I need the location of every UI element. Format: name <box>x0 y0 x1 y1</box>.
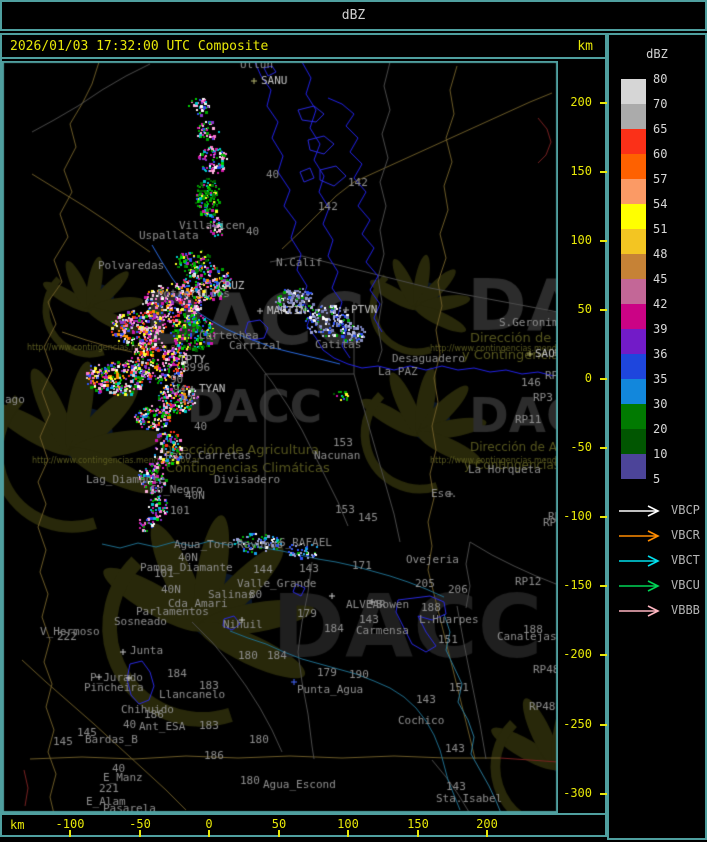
y-tick-label: 0 <box>584 371 592 385</box>
scale-swatch <box>621 104 646 129</box>
y-tick-mark <box>600 793 607 795</box>
y-axis: 200 150 100 50 0 -50 -100 -150 -200 -250 -300 <box>558 61 607 813</box>
map-header: 2026/01/03 17:32:00 UTC Composite km <box>2 35 605 59</box>
scale-swatch <box>621 279 646 304</box>
scale-swatch <box>621 129 646 154</box>
scale-label: 80 <box>653 72 668 86</box>
scale-swatch <box>621 379 646 404</box>
y-tick-mark <box>600 724 607 726</box>
timestamp-label: 2026/01/03 17:32:00 UTC Composite <box>10 39 269 54</box>
x-axis: km -100 -50 0 50 100 150 200 <box>2 813 605 837</box>
scale-label: 35 <box>653 372 668 386</box>
x-tick-mark <box>208 830 210 837</box>
y-tick-label: -300 <box>563 786 592 800</box>
x-tick-mark <box>486 830 488 837</box>
y-tick-label: -200 <box>563 647 592 661</box>
scale-label: 54 <box>653 197 668 211</box>
legend-arrow-row: VBCT <box>615 553 705 567</box>
scale-swatch <box>621 429 646 454</box>
y-tick-mark <box>600 654 607 656</box>
legend-arrow-label: VBCT <box>671 553 700 567</box>
y-tick-label: -100 <box>563 509 592 523</box>
scale-label: 48 <box>653 247 668 261</box>
scale-label: 36 <box>653 347 668 361</box>
y-tick-mark <box>600 309 607 311</box>
scale-label: 10 <box>653 447 668 461</box>
radar-map-panel: 2026/01/03 17:32:00 UTC Composite km 200… <box>0 33 607 837</box>
y-tick-mark <box>600 585 607 587</box>
y-tick-label: 50 <box>577 302 592 316</box>
x-tick-label: 100 <box>337 817 359 831</box>
scale-label: 65 <box>653 122 668 136</box>
scale-label: 30 <box>653 397 668 411</box>
scale-swatch <box>621 229 646 254</box>
scale-swatch <box>621 179 646 204</box>
map-area: 200 150 100 50 0 -50 -100 -150 -200 -250 -300 <box>2 61 607 813</box>
y-tick-mark <box>600 240 607 242</box>
x-tick-mark <box>139 830 141 837</box>
page-title: dBZ <box>341 8 366 23</box>
y-tick-label: 100 <box>570 233 592 247</box>
y-tick-label: -150 <box>563 578 592 592</box>
scale-swatch <box>621 154 646 179</box>
scale-label: 60 <box>653 147 668 161</box>
legend-arrow-row: VBCP <box>615 503 705 517</box>
x-tick-label: 200 <box>476 817 498 831</box>
scale-label: 42 <box>653 297 668 311</box>
y-tick-mark <box>600 171 607 173</box>
legend-arrow-label: VBCR <box>671 528 700 542</box>
legend-arrow-label: VBCU <box>671 578 700 592</box>
x-tick-mark <box>417 830 419 837</box>
vector-arrow-icon <box>619 605 660 617</box>
x-tick-label: 0 <box>205 817 213 831</box>
scale-swatch <box>621 254 646 279</box>
x-tick-label: -100 <box>55 817 85 831</box>
x-tick-mark <box>347 830 349 837</box>
radar-map-canvas[interactable] <box>2 61 558 813</box>
scale-label: 20 <box>653 422 668 436</box>
legend-arrow-row: VBBB <box>615 603 705 617</box>
y-tick-mark <box>600 378 607 380</box>
x-tick-label: 150 <box>407 817 429 831</box>
x-axis-unit-label: km <box>10 818 25 832</box>
scale-swatch <box>621 354 646 379</box>
y-axis-unit-label: km <box>577 39 593 54</box>
x-tick-mark <box>69 830 71 837</box>
y-tick-label: 200 <box>570 95 592 109</box>
scale-swatch <box>621 329 646 354</box>
y-tick-label: 150 <box>570 164 592 178</box>
window-title-bar: dBZ <box>0 0 707 31</box>
legend-arrow-label: VBBB <box>671 603 700 617</box>
y-tick-mark <box>600 447 607 449</box>
scale-label: 45 <box>653 272 668 286</box>
vector-arrow-icon <box>619 505 660 517</box>
legend-arrow-row: VBCU <box>615 578 705 592</box>
y-tick-label: -250 <box>563 717 592 731</box>
y-tick-mark <box>600 102 607 104</box>
scale-swatch <box>621 454 646 479</box>
legend-title: dBZ <box>646 47 668 61</box>
legend-panel: dBZ 80 70 65 60 57 54 51 48 45 42 39 36 35 30 20 10 5 VBC… <box>607 33 707 840</box>
vector-arrow-icon <box>619 555 660 567</box>
x-tick-label: -50 <box>129 817 151 831</box>
scale-label: 51 <box>653 222 668 236</box>
scale-swatch <box>621 404 646 429</box>
scale-label: 70 <box>653 97 668 111</box>
scale-swatch <box>621 204 646 229</box>
scale-label: 39 <box>653 322 668 336</box>
scale-label: 57 <box>653 172 668 186</box>
vector-arrow-icon <box>619 530 660 542</box>
scale-swatch <box>621 79 646 104</box>
y-tick-label: -50 <box>570 440 592 454</box>
x-tick-mark <box>278 830 280 837</box>
x-tick-label: 50 <box>271 817 287 831</box>
scale-label: 5 <box>653 472 661 486</box>
scale-swatch <box>621 304 646 329</box>
vector-arrow-icon <box>619 580 660 592</box>
legend-arrow-label: VBCP <box>671 503 700 517</box>
y-tick-mark <box>600 516 607 518</box>
legend-arrow-row: VBCR <box>615 528 705 542</box>
